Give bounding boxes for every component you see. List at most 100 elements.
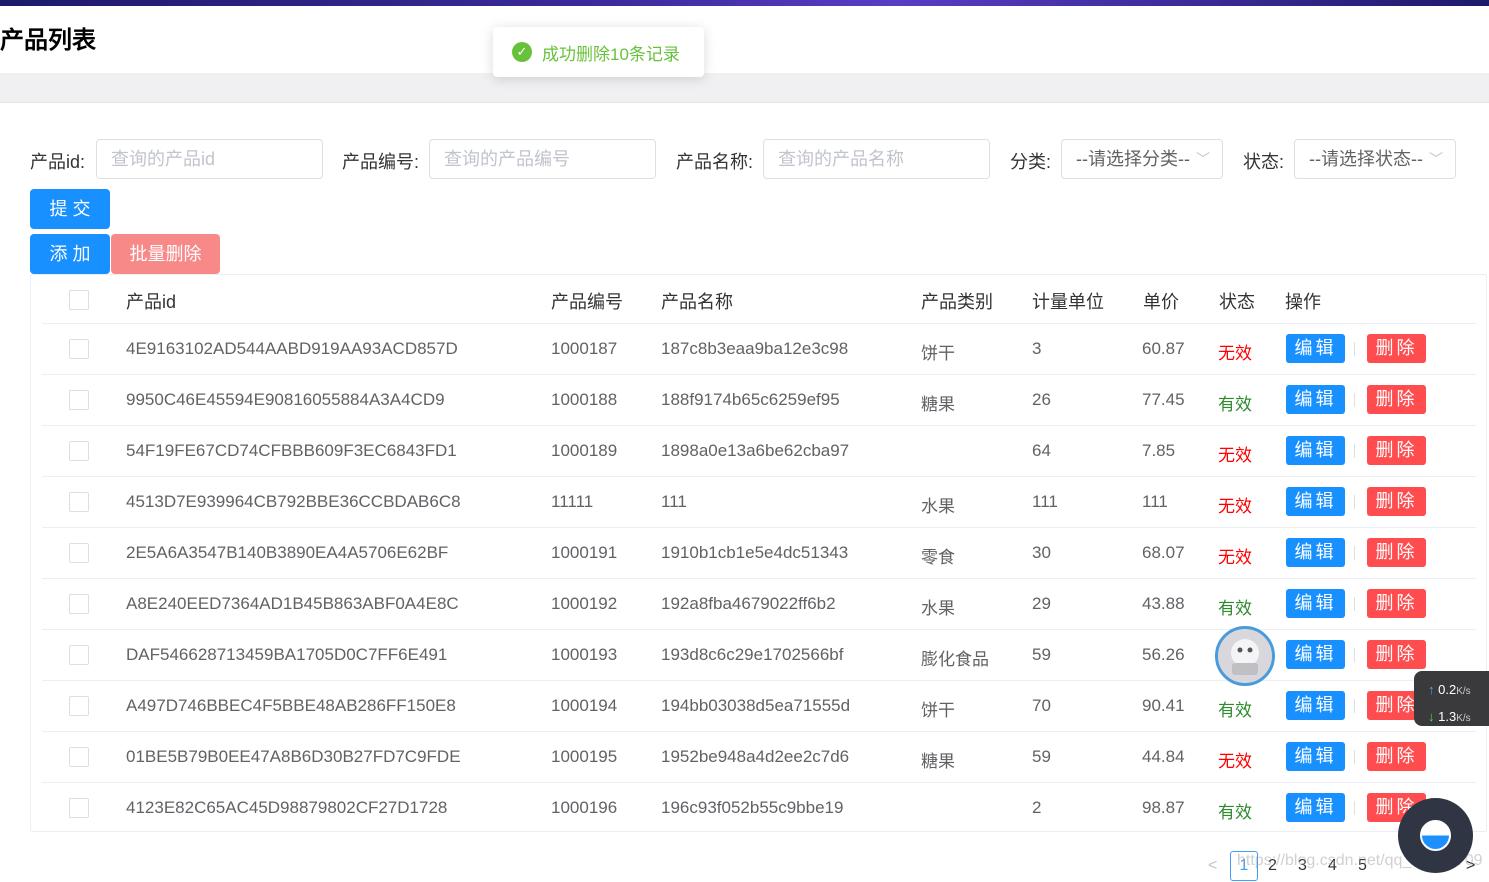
cell-status: 有效 [1218,701,1252,720]
delete-button[interactable]: 删除 [1367,742,1426,771]
action-divider [1354,495,1355,509]
cell-status: 有效 [1218,599,1252,618]
row-checkbox[interactable] [69,492,89,512]
edit-button[interactable]: 编辑 [1286,538,1345,567]
delete-button[interactable]: 删除 [1367,334,1426,363]
row-checkbox[interactable] [69,798,89,818]
cell-unit: 26 [1032,390,1051,409]
table-row: 2E5A6A3547B140B3890EA4A5706E62BF 1000191 1… [42,527,1476,578]
cell-status: 无效 [1218,752,1252,771]
cell-status: 无效 [1218,344,1252,363]
edit-button[interactable]: 编辑 [1286,742,1345,771]
cell-price: 44.84 [1142,747,1185,766]
select-all-checkbox[interactable] [69,290,89,310]
cell-status: 无效 [1218,446,1252,465]
cell-id: DAF546628713459BA1705D0C7FF6E491 [126,645,448,664]
cell-id: 01BE5B79B0EE47A8B6D30B27FD7C9FDE [126,747,461,766]
product-code-label: 产品编号: [342,152,420,172]
delete-button[interactable]: 删除 [1367,538,1426,567]
cell-status: 有效 [1218,803,1252,822]
product-id-input[interactable]: 查询的产品id [96,139,323,179]
action-divider [1354,648,1355,662]
cell-code: 1000188 [551,390,618,409]
row-checkbox[interactable] [69,543,89,563]
cell-name: 188f9174b65c6259ef95 [661,390,840,409]
header-id: 产品id [126,292,177,312]
cell-code: 1000196 [551,798,618,817]
cell-price: 56.26 [1142,645,1185,664]
header-status: 状态 [1219,292,1255,312]
download-unit: K/s [1456,713,1471,724]
delete-button[interactable]: 删除 [1367,436,1426,465]
edit-button[interactable]: 编辑 [1286,334,1345,363]
cell-price: 7.85 [1142,441,1176,460]
upload-speed: 0.2 [1438,682,1457,697]
edit-button[interactable]: 编辑 [1286,487,1345,516]
chevron-down-icon: ﹀ [1429,151,1443,167]
floating-ball-button[interactable] [1398,798,1473,873]
batch-delete-button[interactable]: 批量删除 [111,234,220,274]
table-row: A497D746BBEC4F5BBE48AB286FF150E8 1000194 1… [42,680,1476,731]
row-checkbox[interactable] [69,594,89,614]
table-row: 4513D7E939964CB792BBE36CCBDAB6C8 11111 111… [42,476,1476,527]
delete-button[interactable]: 删除 [1367,385,1426,414]
edit-button[interactable]: 编辑 [1286,589,1345,618]
status-label: 状态: [1243,152,1285,172]
table-row: 01BE5B79B0EE47A8B6D30B27FD7C9FDE 1000195 1… [42,731,1476,782]
cell-id: 2E5A6A3547B140B3890EA4A5706E62BF [126,543,449,562]
table-row: 9950C46E45594E90816055884A3A4CD9 1000188 1… [42,374,1476,425]
cell-category: 零食 [921,548,955,567]
cell-id: 9950C46E45594E90816055884A3A4CD9 [126,390,445,409]
delete-button[interactable]: 删除 [1367,487,1426,516]
cell-code: 1000192 [551,594,618,613]
download-arrow-icon: ↓ [1428,709,1435,724]
cell-unit: 59 [1032,645,1051,664]
cell-unit: 59 [1032,747,1051,766]
cell-price: 43.88 [1142,594,1185,613]
cell-code: 1000195 [551,747,618,766]
cell-unit: 29 [1032,594,1051,613]
status-select-value: --请选择状态-- [1309,149,1423,169]
delete-button[interactable]: 删除 [1367,589,1426,618]
row-checkbox[interactable] [69,339,89,359]
action-divider [1354,597,1355,611]
submit-button[interactable]: 提 交 [30,189,110,229]
success-toast: ✓ 成功删除10条记录 [493,27,704,77]
header-unit: 计量单位 [1032,292,1104,312]
row-checkbox[interactable] [69,645,89,665]
header-category: 产品类别 [921,292,993,312]
floating-avatar[interactable] [1215,626,1275,686]
table-row: 4123E82C65AC45D98879802CF27D1728 1000196 1… [42,782,1476,833]
row-checkbox[interactable] [69,747,89,767]
product-code-input[interactable]: 查询的产品编号 [429,139,656,179]
row-checkbox[interactable] [69,696,89,716]
product-name-input[interactable]: 查询的产品名称 [763,139,990,179]
cell-id: 4E9163102AD544AABD919AA93ACD857D [126,339,458,358]
edit-button[interactable]: 编辑 [1286,436,1345,465]
network-speed-widget: ↑ 0.2K/s ↓ 1.3K/s [1414,671,1489,726]
cell-name: 1910b1cb1e5e4dc51343 [661,543,849,562]
action-divider [1354,444,1355,458]
edit-button[interactable]: 编辑 [1286,385,1345,414]
row-checkbox[interactable] [69,441,89,461]
cell-price: 98.87 [1142,798,1185,817]
header-code: 产品编号 [551,292,623,312]
add-button[interactable]: 添 加 [30,234,110,274]
cell-unit: 2 [1032,798,1042,817]
category-select[interactable]: --请选择分类-- ﹀ [1061,139,1223,179]
prev-page-button[interactable]: < [1208,857,1217,875]
edit-button[interactable]: 编辑 [1286,640,1345,669]
status-select[interactable]: --请选择状态-- ﹀ [1294,139,1456,179]
row-checkbox[interactable] [69,390,89,410]
cell-category: 饼干 [921,344,955,363]
edit-button[interactable]: 编辑 [1286,691,1345,720]
edit-button[interactable]: 编辑 [1286,793,1345,822]
delete-button[interactable]: 删除 [1367,640,1426,669]
cell-id: A497D746BBEC4F5BBE48AB286FF150E8 [126,696,456,715]
cell-code: 1000194 [551,696,618,715]
category-label: 分类: [1010,152,1052,172]
cell-id: A8E240EED7364AD1B45B863ABF0A4E8C [126,594,459,613]
action-divider [1354,750,1355,764]
cell-price: 77.45 [1142,390,1185,409]
chevron-down-icon: ﹀ [1196,151,1210,167]
